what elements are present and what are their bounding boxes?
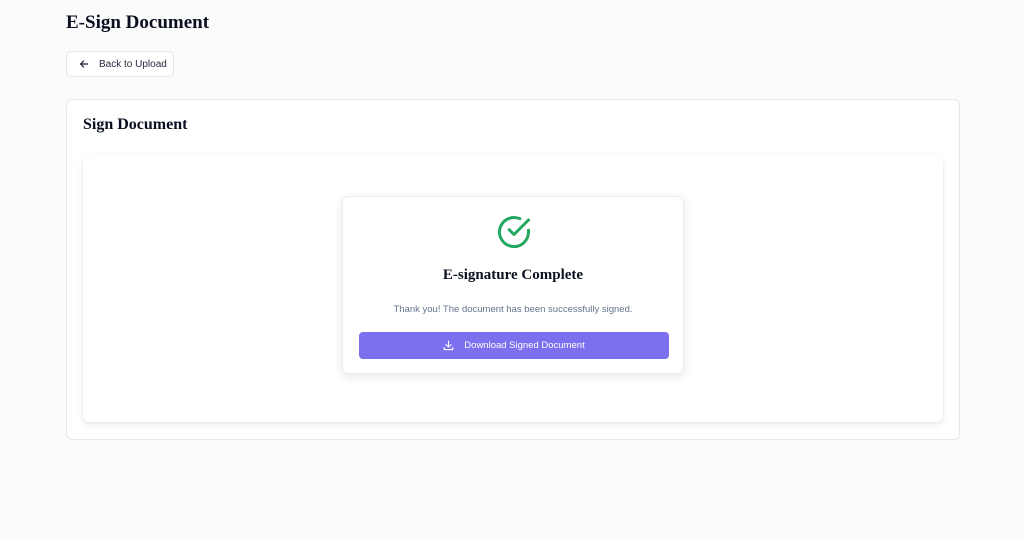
section-title: Sign Document [83, 116, 188, 133]
arrow-left-icon [79, 59, 89, 69]
completion-title: E-signature Complete [442, 267, 584, 283]
download-signed-document-button[interactable]: Download Signed Document [359, 332, 669, 359]
completion-card: E-signature Complete Thank you! The docu… [342, 196, 684, 374]
completion-message: Thank you! The document has been success… [393, 304, 633, 315]
download-button-label: Download Signed Document [464, 340, 585, 351]
download-icon [443, 340, 454, 351]
page: E-Sign Document Back to Upload Sign Docu… [0, 0, 1024, 541]
page-title: E-Sign Document [66, 12, 210, 33]
check-circle-icon [495, 213, 533, 251]
back-to-upload-button[interactable]: Back to Upload [66, 51, 174, 77]
back-to-upload-label: Back to Upload [99, 58, 167, 70]
signing-panel: E-signature Complete Thank you! The docu… [83, 155, 943, 422]
sign-document-card: Sign Document E-signature Complete Thank… [66, 99, 960, 440]
